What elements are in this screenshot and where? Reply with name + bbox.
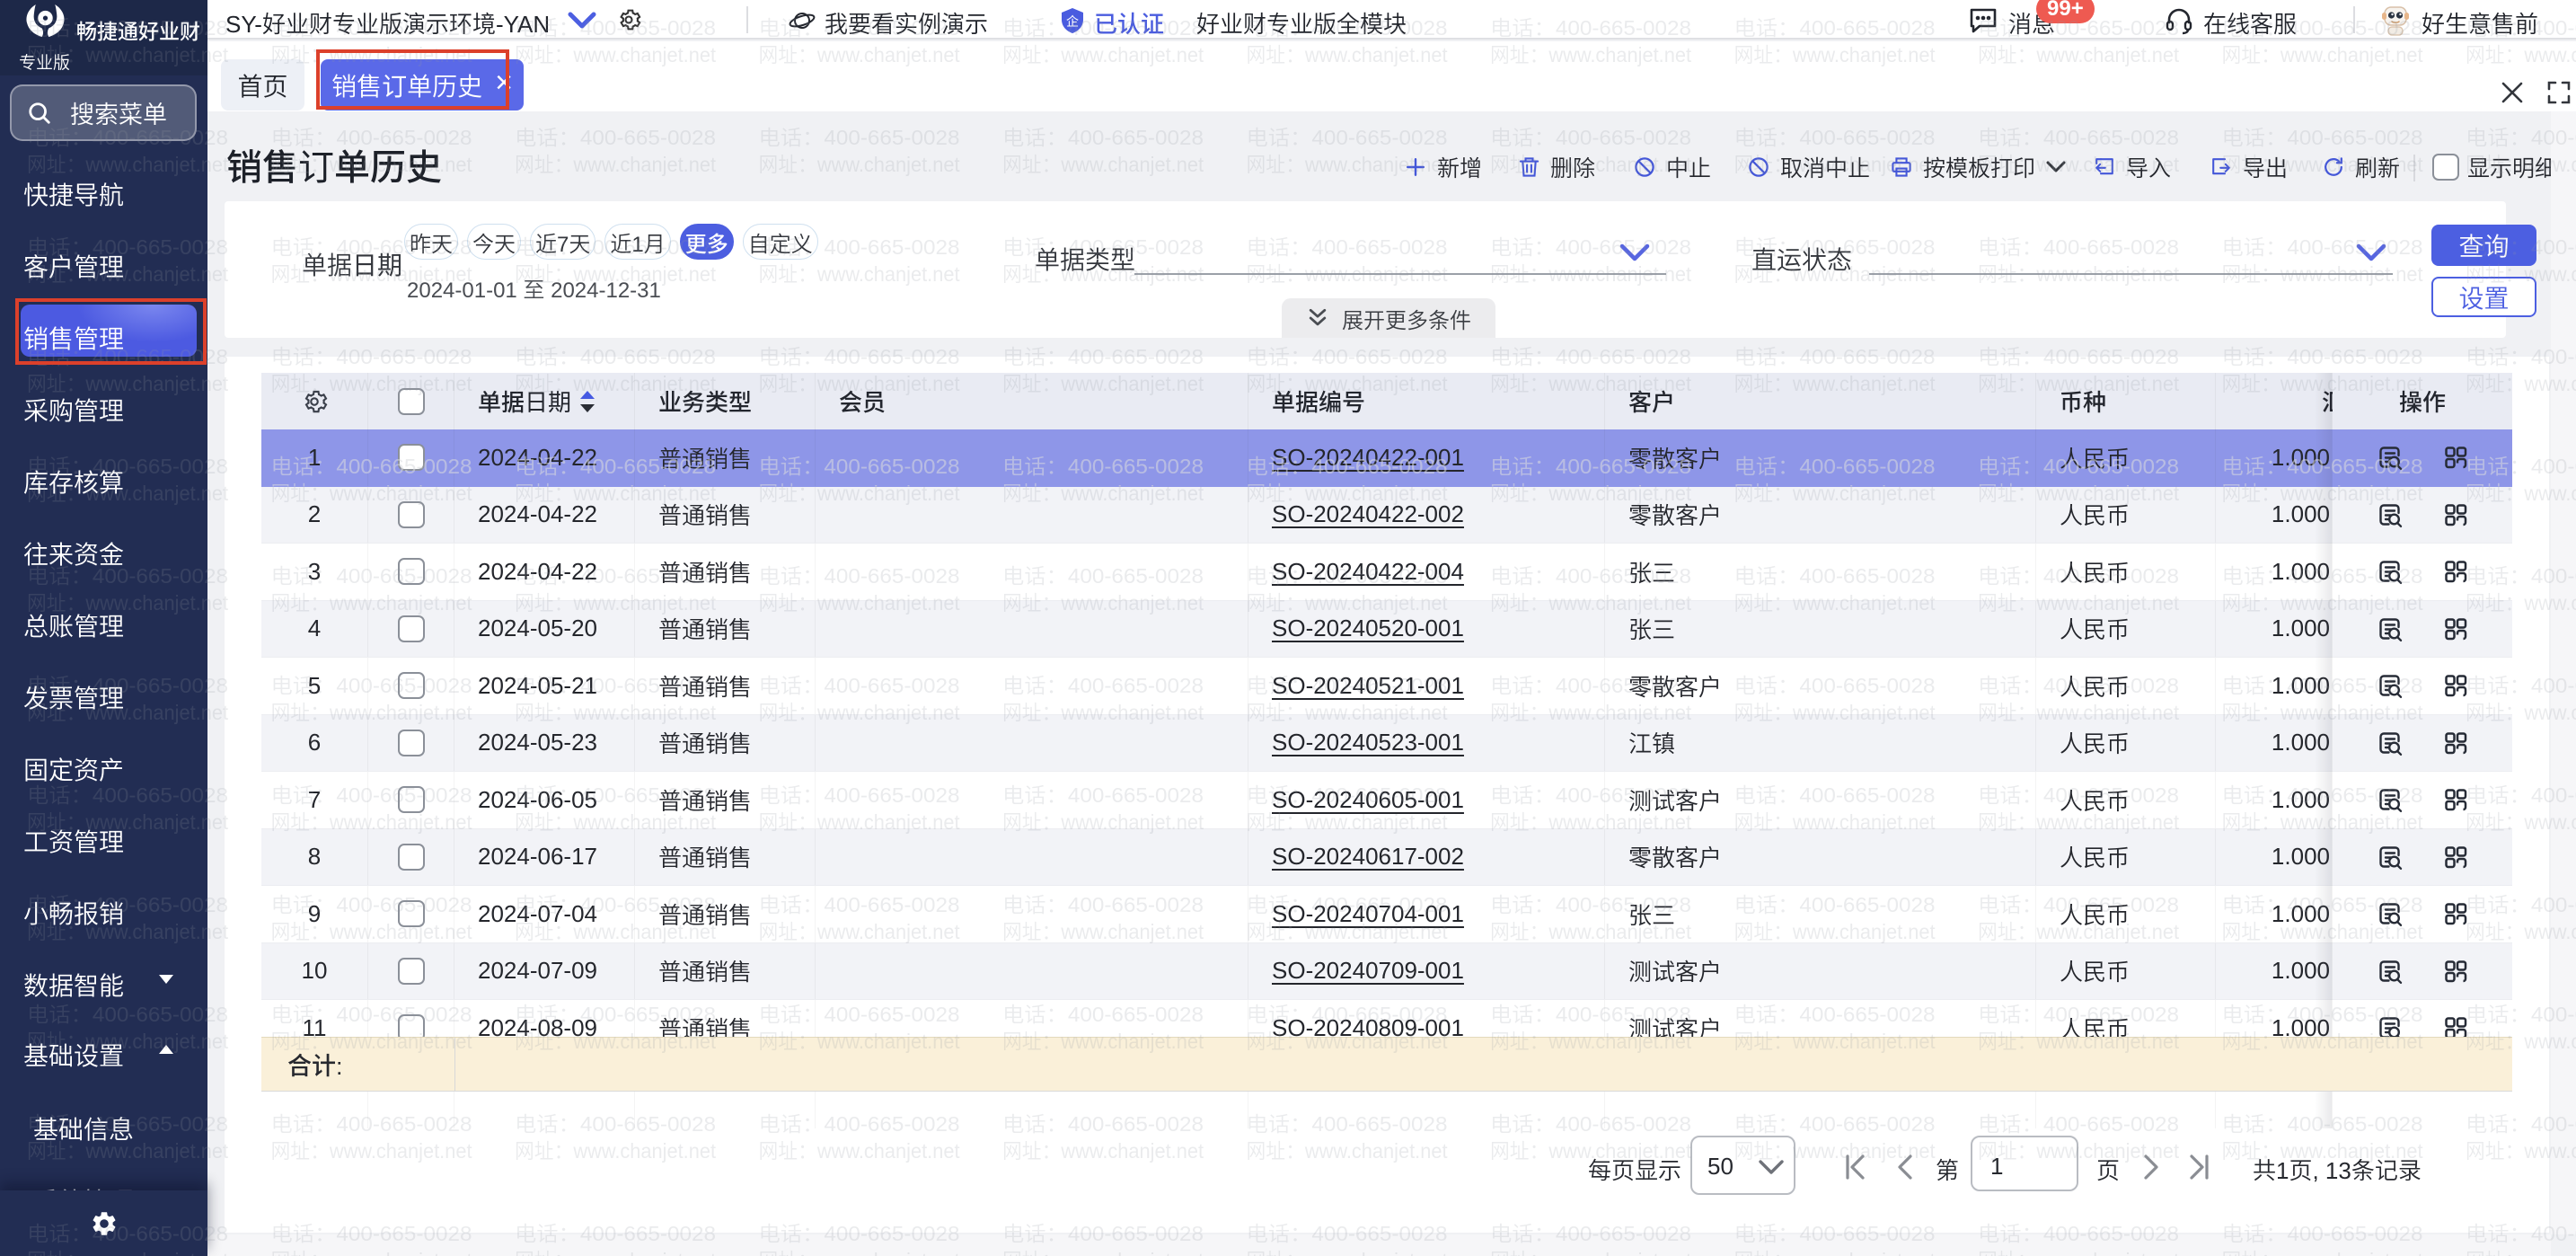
- svg-text:企: 企: [1066, 13, 1079, 31]
